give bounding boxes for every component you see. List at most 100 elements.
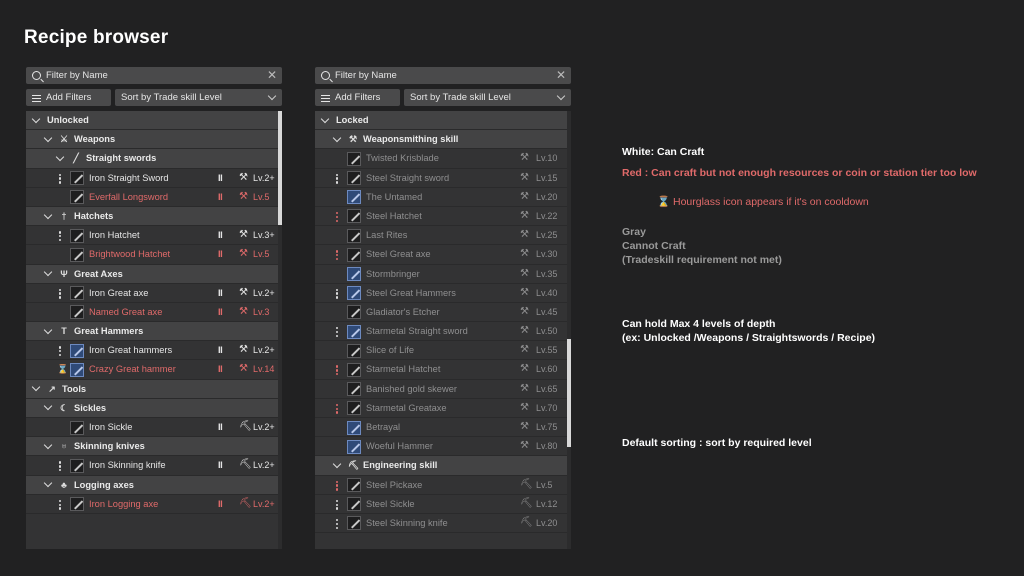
recipe-row[interactable]: Brightwood Hatchet II ⚒ Lv.5 — [26, 245, 282, 265]
more-icon[interactable] — [336, 403, 339, 414]
recipe-icon — [70, 190, 84, 205]
recipe-tree: Unlocked ⚔ Weapons ╱ Straight swords Iron … — [26, 111, 282, 549]
scrollbar[interactable] — [567, 111, 571, 549]
recipe-row[interactable]: Iron Straight Sword II ⚒ Lv.2+ — [26, 168, 282, 188]
more-icon[interactable] — [336, 327, 339, 338]
recipe-row[interactable]: ⌛ Crazy Great hammer II ⚒ Lv.14 — [26, 360, 282, 380]
recipe-row[interactable]: Iron Great axe II ⚒ Lv.2+ — [26, 283, 282, 303]
recipe-row[interactable]: Banished gold skewer ⚒ Lv.65 — [315, 379, 571, 399]
recipe-row[interactable]: Everfall Longsword II ⚒ Lv.5 — [26, 187, 282, 207]
recipe-row[interactable]: Starmetal Greataxe ⚒ Lv.70 — [315, 398, 571, 418]
more-icon[interactable] — [59, 231, 62, 242]
anvil-icon: ⚒ — [520, 267, 529, 279]
chevron-down-icon — [267, 91, 277, 101]
recipe-row[interactable]: Slice of Life ⚒ Lv.55 — [315, 341, 571, 361]
recipe-row[interactable]: Steel Hatchet ⚒ Lv.22 — [315, 206, 571, 227]
chevron-down-icon — [43, 402, 53, 411]
recipe-row[interactable]: Starmetal Hatchet ⚒ Lv.60 — [315, 360, 571, 380]
more-icon[interactable] — [336, 518, 339, 529]
recipe-row[interactable]: Steel Pickaxe ⛏ Lv.5 — [315, 475, 571, 495]
more-icon[interactable] — [336, 365, 339, 376]
scrollbar[interactable] — [278, 111, 282, 549]
more-icon[interactable] — [336, 173, 339, 184]
anvil-icon: ⚒ — [520, 190, 529, 202]
recipe-icon — [347, 497, 361, 512]
category-locked[interactable]: Locked — [315, 111, 571, 131]
recipe-name: Gladiator's Etcher — [366, 306, 440, 317]
scrollbar-thumb[interactable] — [278, 111, 282, 225]
recipe-row[interactable]: The Untamed ⚒ Lv.20 — [315, 187, 571, 207]
recipe-row[interactable]: Stormbringer ⚒ Lv.35 — [315, 264, 571, 284]
anvil-icon: ⚒ — [239, 344, 248, 356]
category-great-hammers[interactable]: T Great Hammers — [26, 322, 282, 342]
more-icon[interactable] — [59, 461, 62, 472]
add-filters-button[interactable]: Add Filters — [26, 89, 111, 106]
recipe-row[interactable]: Last Rites ⚒ Lv.25 — [315, 226, 571, 246]
recipe-icon — [70, 228, 84, 243]
more-icon[interactable] — [336, 480, 339, 491]
recipe-name: Iron Great hammers — [89, 345, 173, 356]
category-great-axes[interactable]: Ψ Great Axes — [26, 264, 282, 284]
recipe-level: Lv.14 — [253, 364, 275, 375]
category-label: Locked — [336, 115, 369, 126]
recipe-row[interactable]: Iron Logging axe II ⛏ Lv.2+ — [26, 494, 282, 514]
close-icon[interactable]: ✕ — [267, 68, 277, 82]
recipe-row[interactable]: Starmetal Straight sword ⚒ Lv.50 — [315, 322, 571, 342]
category-sickles[interactable]: ☾ Sickles — [26, 398, 282, 418]
add-filters-button[interactable]: Add Filters — [315, 89, 400, 106]
recipe-row[interactable]: Iron Hatchet II ⚒ Lv.3+ — [26, 226, 282, 246]
filter-search-input[interactable]: Filter by Name ✕ — [315, 67, 571, 84]
recipe-row[interactable]: Woeful Hammer ⚒ Lv.80 — [315, 437, 571, 457]
recipe-row[interactable]: Steel Straight sword ⚒ Lv.15 — [315, 168, 571, 188]
recipe-level: Lv.45 — [536, 306, 558, 317]
category-unlocked[interactable]: Unlocked — [26, 111, 282, 131]
sort-dropdown[interactable]: Sort by Trade skill Level — [115, 89, 282, 106]
recipe-name: Everfall Longsword — [89, 191, 169, 202]
recipe-row[interactable]: Iron Great hammers II ⚒ Lv.2+ — [26, 341, 282, 361]
more-icon[interactable] — [59, 499, 62, 510]
category-weaponsmithing-skill[interactable]: ⚒ Weaponsmithing skill — [315, 130, 571, 150]
recipe-row[interactable]: Twisted Krisblade ⚒ Lv.10 — [315, 149, 571, 169]
recipe-row[interactable]: Betrayal ⚒ Lv.75 — [315, 418, 571, 438]
more-icon[interactable] — [336, 211, 339, 222]
recipe-row[interactable]: Iron Sickle II ⛏ Lv.2+ — [26, 418, 282, 438]
recipe-name: Iron Straight Sword — [89, 172, 169, 183]
recipe-row[interactable]: Steel Great axe ⚒ Lv.30 — [315, 245, 571, 265]
category-tools[interactable]: ↗ Tools — [26, 379, 282, 399]
sort-dropdown[interactable]: Sort by Trade skill Level — [404, 89, 571, 106]
chevron-down-icon — [43, 133, 53, 143]
recipe-icon — [347, 420, 361, 435]
recipe-row[interactable]: Steel Skinning knife ⛏ Lv.20 — [315, 513, 571, 534]
category-weapons[interactable]: ⚔ Weapons — [26, 130, 282, 150]
more-icon[interactable] — [59, 288, 62, 299]
more-icon[interactable] — [336, 250, 339, 261]
category-engineering-skill[interactable]: ⛏ Engineering skill — [315, 456, 571, 476]
legend-gray-line: (Tradeskill requirement not met) — [622, 254, 782, 266]
category-skinning-knives[interactable]: ♅ Skinning knives — [26, 437, 282, 457]
engineering-icon: ⛏ — [348, 460, 360, 471]
recipe-icon — [70, 305, 84, 320]
depth-note-line: Can hold Max 4 levels of depth — [622, 318, 776, 330]
legend-hourglass: ⌛ Hourglass icon appears if it's on cool… — [657, 196, 869, 208]
more-icon[interactable] — [59, 173, 62, 184]
category-logging-axes[interactable]: ♣ Logging axes — [26, 475, 282, 495]
recipe-name: Last Rites — [366, 230, 408, 241]
filter-search-input[interactable]: Filter by Name ✕ — [26, 67, 282, 84]
scrollbar-thumb[interactable] — [567, 339, 571, 447]
recipe-level: Lv.20 — [536, 517, 558, 528]
recipe-level: Lv.2+ — [253, 498, 275, 509]
anvil-icon: ⚒ — [520, 286, 529, 298]
recipe-row[interactable]: Steel Sickle ⛏ Lv.12 — [315, 494, 571, 514]
recipe-row[interactable]: Gladiator's Etcher ⚒ Lv.45 — [315, 302, 571, 323]
category-straight-swords[interactable]: ╱ Straight swords — [26, 149, 282, 169]
more-icon[interactable] — [336, 288, 339, 299]
recipe-icon — [347, 267, 361, 281]
recipe-row[interactable]: Steel Great Hammers ⚒ Lv.40 — [315, 283, 571, 303]
close-icon[interactable]: ✕ — [556, 68, 566, 82]
more-icon[interactable] — [59, 346, 62, 357]
category-hatchets[interactable]: † Hatchets — [26, 206, 282, 227]
more-icon[interactable] — [336, 499, 339, 510]
recipe-level: Lv.30 — [536, 249, 558, 260]
recipe-row[interactable]: Named Great axe II ⚒ Lv.3 — [26, 302, 282, 323]
recipe-row[interactable]: Iron Skinning knife II ⛏ Lv.2+ — [26, 456, 282, 476]
